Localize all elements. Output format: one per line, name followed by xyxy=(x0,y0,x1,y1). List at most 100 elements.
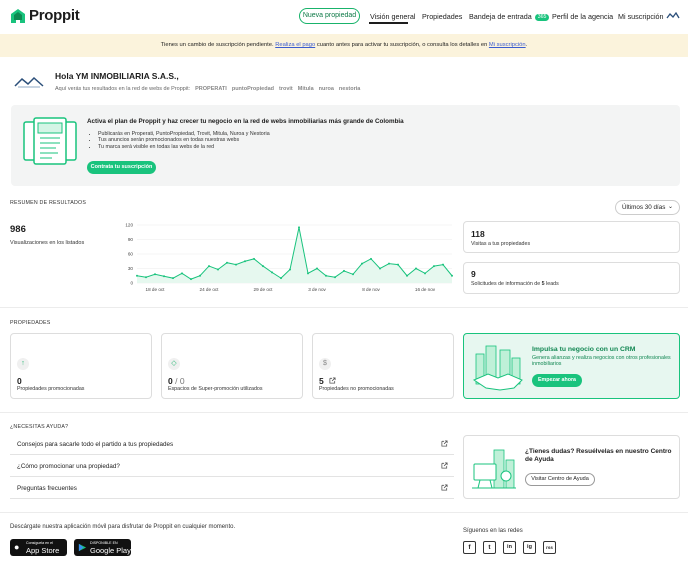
y-tick-label: 0 xyxy=(130,281,133,286)
data-point[interactable] xyxy=(451,274,453,277)
nav-properties[interactable]: Propiedades xyxy=(422,12,462,21)
data-point[interactable] xyxy=(424,272,426,275)
data-point[interactable] xyxy=(298,226,300,229)
help-center-card: ¿Tienes dudas? Resuélvelas en nuestro Ce… xyxy=(463,435,680,499)
data-point[interactable] xyxy=(433,265,435,268)
data-point[interactable] xyxy=(316,267,318,270)
external-link-icon[interactable] xyxy=(329,377,336,384)
x-tick-label: 29 de oct xyxy=(254,287,274,292)
arrow-up-icon: ↑ xyxy=(17,358,29,370)
data-point[interactable] xyxy=(262,265,264,268)
nav-subscription[interactable]: Mi suscripción xyxy=(618,12,664,21)
new-property-button[interactable]: Nueva propiedad xyxy=(299,8,360,24)
data-point[interactable] xyxy=(289,268,291,271)
section-divider xyxy=(0,307,688,308)
data-point[interactable] xyxy=(361,262,363,265)
diamond-icon: ◇ xyxy=(168,358,180,370)
app-store-small-text: Consíguela en el xyxy=(26,541,53,545)
data-point[interactable] xyxy=(226,261,228,264)
data-point[interactable] xyxy=(244,260,246,263)
views-label: Visualizaciones en los listados xyxy=(10,240,85,246)
promoted-count: 0 xyxy=(17,376,22,386)
promoted-label: Propiedades promocionadas xyxy=(17,386,85,392)
facebook-icon[interactable]: f xyxy=(463,541,476,554)
not-promoted-card[interactable]: $ 5 Propiedades no promocionadas xyxy=(312,333,454,399)
superpromo-card[interactable]: ◇ 0 / 0 Espacios de Super-promoción util… xyxy=(161,333,303,399)
help-link-faq[interactable]: Preguntas frecuentes xyxy=(10,478,454,499)
data-point[interactable] xyxy=(307,272,309,275)
visit-help-center-button[interactable]: Visitar Centro de Ayuda xyxy=(525,473,595,486)
data-point[interactable] xyxy=(343,269,345,272)
x-tick-label: 8 de nov xyxy=(362,287,380,292)
data-point[interactable] xyxy=(334,276,336,279)
data-point[interactable] xyxy=(172,277,174,280)
help-link-tips[interactable]: Consejos para sacarle todo el partido a … xyxy=(10,434,454,455)
greeting-subtitle: Aquí verás tus resultados en la red de w… xyxy=(55,86,360,92)
data-point[interactable] xyxy=(280,277,282,280)
data-point[interactable] xyxy=(388,262,390,265)
data-point[interactable] xyxy=(235,263,237,266)
data-point[interactable] xyxy=(442,263,444,266)
data-point[interactable] xyxy=(406,274,408,277)
data-point[interactable] xyxy=(145,276,147,279)
external-link-icon xyxy=(441,462,448,469)
leads-label-suffix: leads xyxy=(544,281,559,287)
data-point[interactable] xyxy=(325,274,327,277)
not-promoted-label: Propiedades no promocionadas xyxy=(319,386,394,392)
data-point[interactable] xyxy=(379,267,381,270)
nav-overview[interactable]: Visión general xyxy=(370,12,415,21)
data-point[interactable] xyxy=(190,278,192,281)
rss-icon[interactable]: rss xyxy=(543,541,556,554)
follow-us-label: Síguenos en las redes xyxy=(463,528,523,534)
data-point[interactable] xyxy=(397,263,399,266)
data-point[interactable] xyxy=(136,274,138,277)
superpromo-total: / 0 xyxy=(172,376,185,386)
agency-logo xyxy=(14,76,44,88)
start-crm-button[interactable]: Empezar ahora xyxy=(532,374,582,387)
x-tick-label: 16 de nov xyxy=(415,287,436,292)
y-tick-label: 30 xyxy=(128,266,134,271)
my-subscription-link[interactable]: Mi suscripción xyxy=(489,42,526,48)
help-center-illustration-icon xyxy=(472,449,516,489)
leads-count: 9 xyxy=(471,269,476,279)
y-tick-label: 120 xyxy=(125,223,133,228)
twitter-icon[interactable]: t xyxy=(483,541,496,554)
x-tick-label: 3 de nov xyxy=(308,287,326,292)
data-point[interactable] xyxy=(181,272,183,275)
data-point[interactable] xyxy=(271,271,273,274)
data-point[interactable] xyxy=(253,257,255,260)
superpromo-count: 0 / 0 xyxy=(168,376,185,386)
agency-avatar-icon[interactable] xyxy=(666,12,680,19)
greeting-subtitle-text: Aquí verás tus resultados en la red de w… xyxy=(55,86,191,92)
data-point[interactable] xyxy=(370,257,372,260)
linkedin-icon[interactable]: in xyxy=(503,541,516,554)
app-store-badge[interactable]: ● Consíguela en el App Store xyxy=(10,539,67,556)
google-play-badge[interactable]: DISPONIBLE EN Google Play xyxy=(74,539,131,556)
data-point[interactable] xyxy=(199,274,201,277)
proppit-logo-icon xyxy=(11,8,25,23)
instagram-icon[interactable]: ig xyxy=(523,541,536,554)
plan-title: Activa el plan de Proppit y haz crecer t… xyxy=(87,118,404,125)
period-value: Últimos 30 días xyxy=(622,204,666,211)
data-point[interactable] xyxy=(208,265,210,268)
active-tab-indicator xyxy=(369,22,408,24)
subscribe-button[interactable]: Contrata tu suscripción xyxy=(87,161,156,174)
crm-title: Impulsa tu negocio con un CRM xyxy=(532,346,636,353)
promoted-card[interactable]: ↑ 0 Propiedades promocionadas xyxy=(10,333,152,399)
data-point[interactable] xyxy=(163,275,165,278)
apple-icon: ● xyxy=(14,542,20,552)
pay-link[interactable]: Realiza el pago xyxy=(275,42,315,48)
proppit-logo[interactable]: Proppit xyxy=(10,7,80,24)
nav-inbox[interactable]: Bandeja de entrada 365 xyxy=(469,12,550,21)
banner-text-3: . xyxy=(525,42,528,48)
not-promoted-count: 5 xyxy=(319,376,336,386)
data-point[interactable] xyxy=(415,267,417,270)
nav-agency-profile[interactable]: Perfil de la agencia xyxy=(552,12,613,21)
x-tick-label: 18 de oct xyxy=(146,287,166,292)
data-point[interactable] xyxy=(217,268,219,271)
help-link-promote[interactable]: ¿Cómo promocionar una propiedad? xyxy=(10,456,454,477)
help-section-label: ¿NECESITAS AYUDA? xyxy=(10,424,69,430)
data-point[interactable] xyxy=(154,273,156,276)
period-select[interactable]: Últimos 30 días ⌄ xyxy=(615,200,680,215)
data-point[interactable] xyxy=(352,273,354,276)
